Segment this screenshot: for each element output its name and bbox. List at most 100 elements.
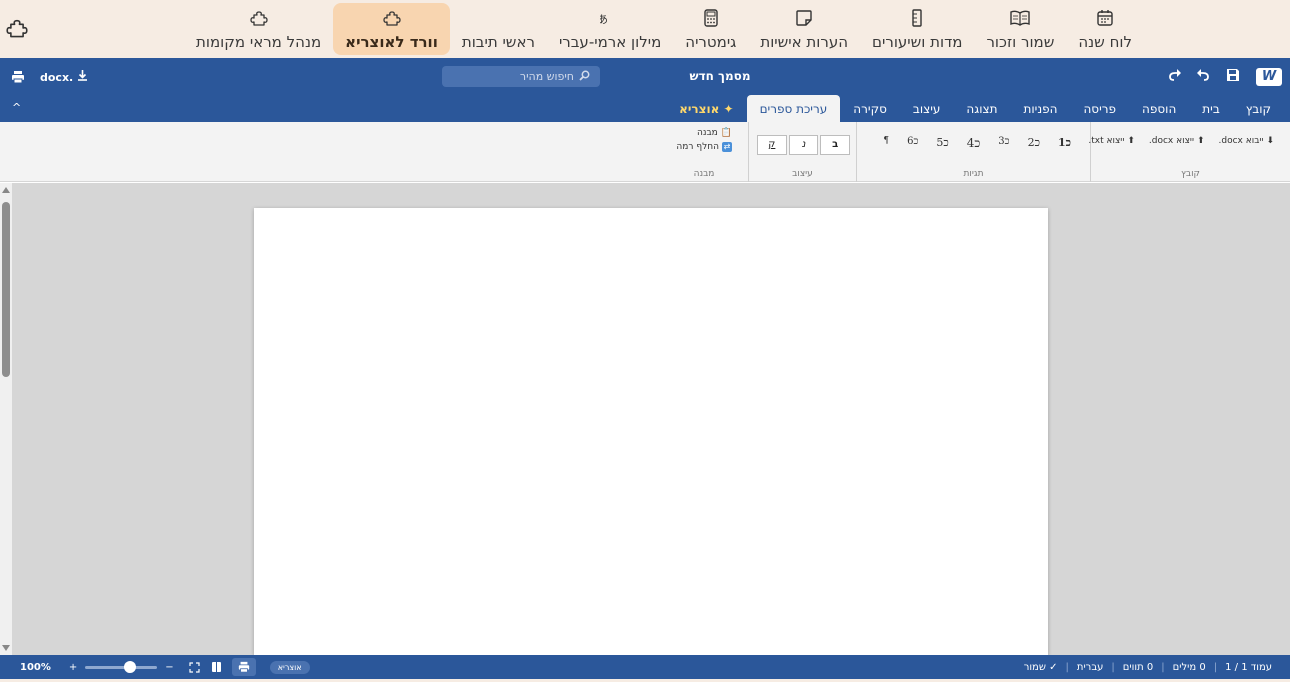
status-separator: | — [1111, 661, 1115, 673]
ribbon-group-tags: כ1 כ2 כ3 כ4 כ5 כ6 ¶ תגיות — [856, 122, 1090, 182]
puzzle-icon — [249, 8, 269, 28]
structure-buttons: 📋 מבנה ⇄ החלף רמה — [674, 128, 734, 152]
puzzle-icon — [382, 8, 402, 28]
zoom-in-button[interactable]: + — [69, 662, 77, 673]
clipboard-icon: 📋 — [720, 128, 732, 138]
document-page[interactable] — [254, 208, 1048, 655]
translate-icon: aあ — [600, 8, 620, 28]
scroll-up-icon[interactable] — [2, 187, 10, 193]
search-icon — [579, 70, 590, 84]
scroll-down-icon[interactable] — [2, 645, 10, 651]
heading-1-button[interactable]: כ1 — [1051, 132, 1078, 153]
tool-notes[interactable]: הערות אישיות — [748, 3, 860, 55]
heading-4-button[interactable]: כ4 — [960, 132, 988, 155]
group-label: תגיות — [963, 169, 984, 179]
tab-insert[interactable]: הוספה — [1129, 94, 1189, 122]
status-separator: | — [1065, 661, 1069, 673]
paragraph-button[interactable]: ¶ — [876, 132, 896, 150]
otzaria-mode-pill[interactable]: אוצריא — [269, 660, 310, 674]
change-level-button[interactable]: ⇄ החלף רמה — [674, 142, 734, 152]
collapse-ribbon-button[interactable]: ^ — [12, 101, 21, 114]
svg-text:あ: あ — [600, 13, 608, 26]
arrow-up-icon: ⬆ — [1196, 136, 1205, 146]
tool-measures[interactable]: מדות ושיעורים — [860, 3, 974, 55]
import-docx-button[interactable]: ⬇ ייבוא docx. — [1217, 132, 1276, 150]
calculator-icon — [701, 8, 721, 28]
quick-search-input[interactable]: חיפוש מהיר — [442, 66, 600, 87]
tab-view[interactable]: תצוגה — [953, 94, 1010, 122]
bold-button[interactable]: ב — [820, 135, 850, 155]
tool-calendar[interactable]: לוח שנה — [1066, 3, 1144, 55]
puzzle-icon — [6, 19, 28, 38]
print-icon[interactable] — [11, 70, 25, 84]
button-label: ייבוא docx. — [1218, 136, 1264, 146]
quote-icon: ” — [488, 8, 508, 28]
status-bar: עמוד 1 / 1 | 0 מילים | 0 תווים | עברית |… — [0, 655, 1290, 679]
button-label: מבנה — [696, 128, 718, 138]
zoom-slider[interactable] — [85, 660, 158, 673]
vertical-scrollbar[interactable] — [0, 183, 12, 655]
ribbon-tabs: קובץ בית הוספה פריסה הפניות תצוגה עיצוב … — [0, 94, 1290, 122]
zoom-out-button[interactable]: − — [165, 662, 173, 673]
button-label: ייצוא txt. — [1088, 136, 1125, 146]
zoom-level[interactable]: 100% — [20, 662, 51, 673]
download-icon — [77, 70, 88, 84]
view-controls: 100% + − אוצריא — [20, 655, 310, 679]
print-layout-icon[interactable] — [231, 658, 256, 676]
saved-indicator: ✓ שמור — [1023, 661, 1058, 673]
heading-3-button[interactable]: כ3 — [991, 132, 1016, 151]
arrow-down-icon: ⬇ — [1266, 136, 1274, 146]
tab-book-editing[interactable]: עריכת ספרים — [746, 95, 841, 122]
tab-review[interactable]: סקירה — [840, 94, 900, 122]
export-docx-button[interactable]: ⬆ ייצוא docx. — [1147, 132, 1207, 150]
fullscreen-icon[interactable] — [188, 660, 202, 674]
heading-2-button[interactable]: כ2 — [1021, 132, 1047, 153]
tab-home[interactable]: בית — [1189, 94, 1233, 122]
tab-otzaria[interactable]: ✦ אוצריא — [666, 94, 746, 122]
save-icon[interactable] — [1226, 68, 1242, 84]
tab-layout[interactable]: פריסה — [1070, 94, 1129, 122]
status-separator: | — [1161, 661, 1165, 673]
ribbon-group-format: ב נ ק עיצוב — [748, 122, 856, 182]
swap-icon: ⇄ — [722, 142, 732, 152]
book-open-icon — [1010, 8, 1031, 28]
tool-word-to-otzaria[interactable]: וורד לאוצריא — [333, 3, 450, 55]
undo-icon[interactable] — [1196, 68, 1212, 84]
svg-text:”: ” — [490, 10, 491, 26]
group-label: עיצוב — [792, 169, 813, 179]
tool-remember[interactable]: שמור וזכור — [974, 3, 1066, 55]
tool-label: שמור וזכור — [986, 32, 1055, 51]
group-label: מבנה — [693, 169, 715, 179]
heading-6-button[interactable]: כ6 — [900, 132, 925, 151]
export-txt-button[interactable]: ⬆ ייצוא txt. — [1086, 132, 1137, 150]
download-label: docx. — [40, 70, 74, 84]
tab-design[interactable]: עיצוב — [900, 94, 954, 122]
ribbon-panel: ⬇ ייבוא docx. ⬆ ייצוא docx. ⬆ ייצוא txt.… — [0, 122, 1290, 182]
tool-label: לוח שנה — [1078, 32, 1132, 51]
extensions-button[interactable] — [6, 17, 30, 41]
zoom-slider-handle[interactable] — [123, 660, 136, 673]
tool-references-manager[interactable]: מנהל מראי מקומות — [184, 3, 333, 55]
download-docx-button[interactable]: docx. — [40, 70, 88, 84]
tool-acronyms[interactable]: ” ראשי תיבות — [450, 3, 547, 55]
redo-icon[interactable] — [1168, 68, 1184, 84]
status-info: עמוד 1 / 1 | 0 מילים | 0 תווים | עברית |… — [1024, 655, 1272, 679]
tool-label: מנהל מראי מקומות — [196, 32, 322, 51]
structure-button[interactable]: 📋 מבנה — [674, 128, 734, 138]
read-mode-icon[interactable] — [210, 660, 224, 674]
document-title: מסמך חדש — [689, 69, 751, 83]
underline-button[interactable]: ק — [756, 135, 787, 155]
char-count: 0 תווים — [1122, 661, 1154, 673]
language-indicator[interactable]: עברית — [1077, 662, 1104, 673]
tab-references[interactable]: הפניות — [1010, 94, 1070, 122]
heading-5-button[interactable]: כ5 — [929, 132, 955, 153]
tab-file[interactable]: קובץ — [1233, 94, 1284, 122]
calendar-icon — [1095, 8, 1115, 28]
sticky-note-icon — [794, 8, 814, 28]
tool-gematria[interactable]: גימטריה — [673, 3, 748, 55]
italic-button[interactable]: נ — [788, 135, 819, 155]
tool-dictionary[interactable]: aあ מילון ארמי-עברי — [547, 3, 673, 55]
tool-label: מדות ושיעורים — [872, 32, 963, 51]
tool-label: גימטריה — [685, 32, 737, 51]
scroll-thumb[interactable] — [2, 202, 10, 377]
